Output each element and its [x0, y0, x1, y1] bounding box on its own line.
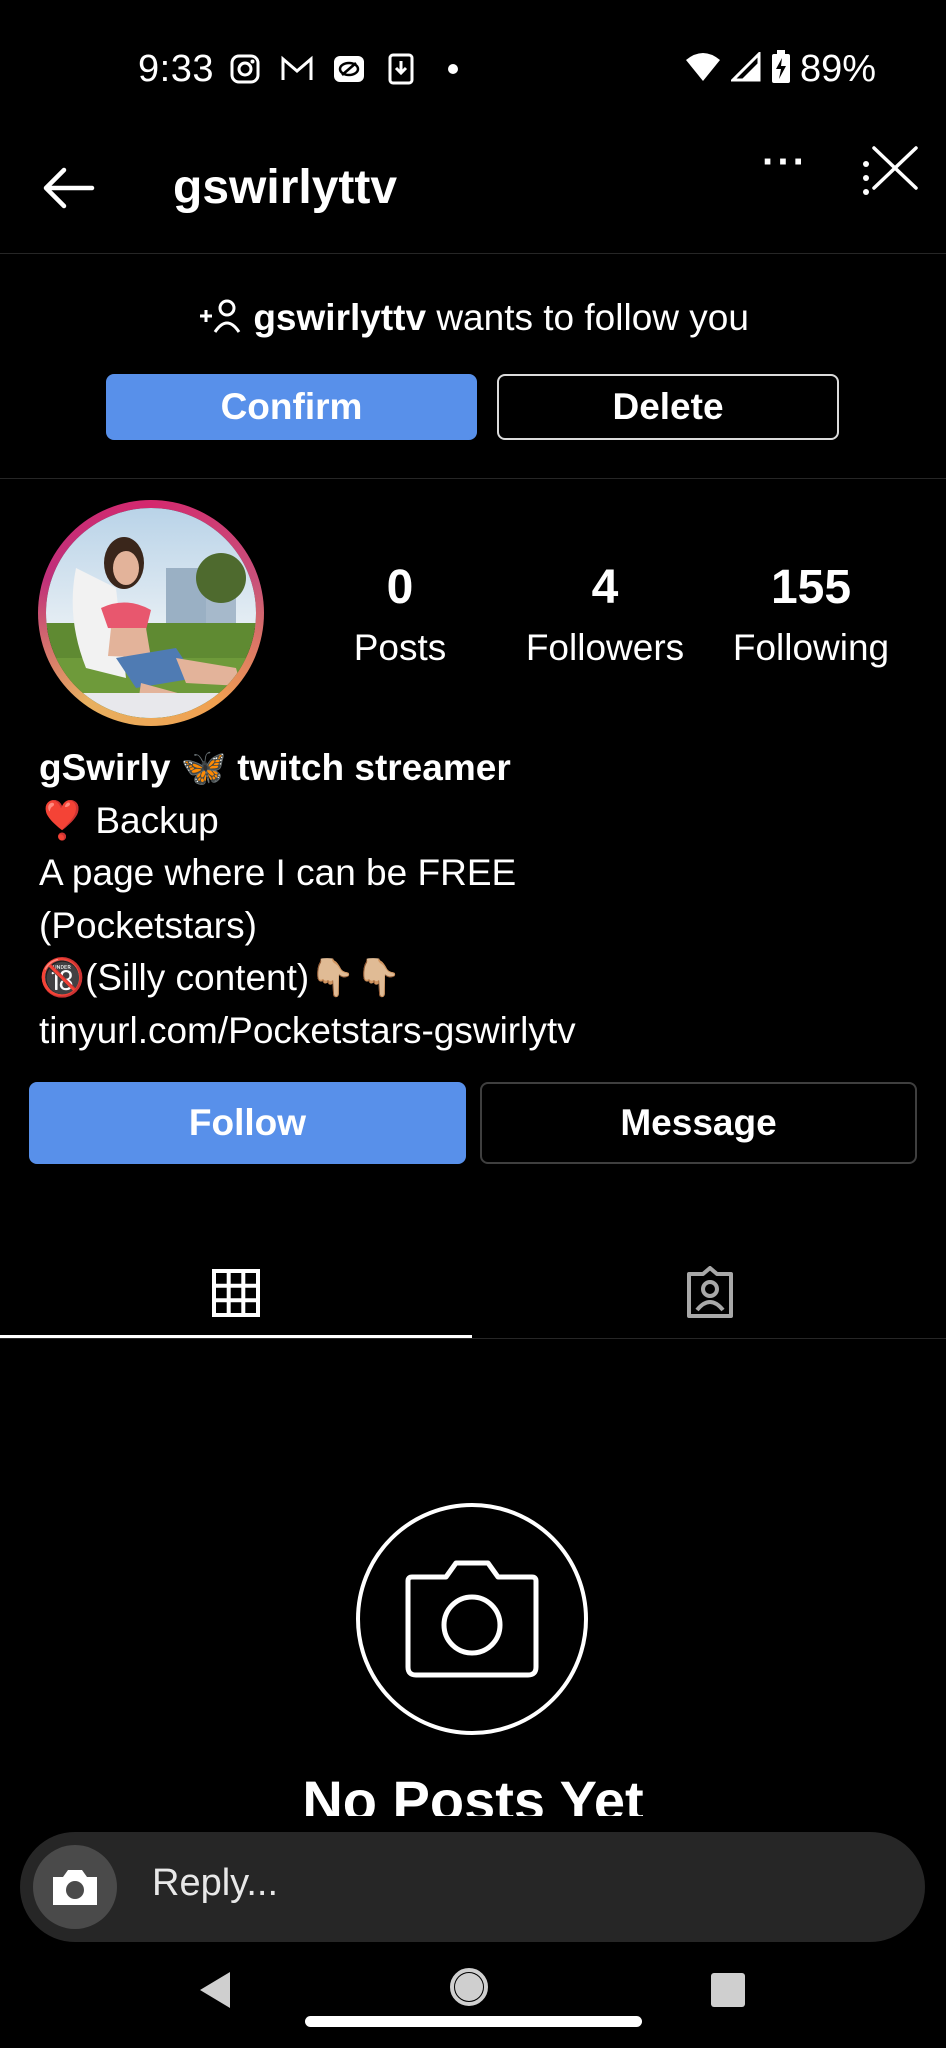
home-circle-icon	[455, 1973, 483, 2001]
tab-posts-grid[interactable]	[0, 1248, 472, 1338]
following-count: 155	[770, 561, 852, 614]
following-stat[interactable]: 155 Following	[720, 560, 902, 669]
follow-button[interactable]: Follow	[29, 1082, 466, 1164]
camera-icon	[405, 1560, 539, 1678]
nav-home-button[interactable]	[450, 1968, 488, 2006]
request-divider	[0, 478, 946, 479]
add-person-icon	[197, 297, 253, 338]
posts-label: Posts	[353, 627, 447, 668]
status-bar: 9:33 89%	[0, 0, 946, 140]
bio-line-content: 🔞(Silly content)👇🏼👇🏼	[39, 957, 402, 998]
reply-camera-button[interactable]	[33, 1845, 117, 1929]
bio-name-line: gSwirly 🦋 twitch streamer	[39, 747, 511, 788]
posts-stat[interactable]: 0 Posts	[330, 560, 470, 669]
message-button[interactable]: Message	[480, 1082, 917, 1164]
triangle-back-icon	[200, 1972, 230, 2008]
followers-label: Followers	[525, 627, 685, 668]
followers-stat[interactable]: 4 Followers	[505, 560, 705, 669]
avatar[interactable]	[46, 508, 256, 718]
tab-tagged[interactable]	[474, 1248, 946, 1338]
page-title: gswirlyttv	[173, 161, 398, 214]
bio-line-pocketstars: (Pocketstars)	[39, 904, 257, 946]
more-options-button[interactable]: ···	[762, 140, 808, 185]
battery-percent: 89%	[799, 48, 876, 90]
tabs-divider	[0, 1338, 946, 1339]
close-icon	[863, 146, 918, 195]
request-text: wants to follow you	[426, 297, 749, 338]
nav-recents-button[interactable]	[711, 1973, 745, 2007]
tagged-person-icon	[687, 1266, 733, 1318]
gmail-icon	[280, 52, 314, 86]
header-divider	[0, 253, 946, 254]
back-arrow-icon	[43, 167, 95, 209]
wifi-icon	[685, 52, 721, 87]
instagram-icon	[228, 52, 262, 86]
bio-line-backup: ❣️ Backup	[39, 799, 219, 841]
download-icon	[384, 52, 418, 86]
delete-button[interactable]: Delete	[497, 374, 839, 440]
system-icons	[685, 50, 791, 89]
posts-count: 0	[386, 561, 414, 614]
close-button[interactable]	[860, 138, 920, 200]
camera-icon	[53, 1870, 97, 1905]
app-icon	[332, 52, 366, 86]
empty-state-title: No Posts Yet	[302, 1769, 644, 1818]
bio-link[interactable]: tinyurl.com/Pocketstars-gswirlytv	[39, 1005, 576, 1058]
confirm-button[interactable]: Confirm	[106, 374, 477, 440]
bio-line-description: A page where I can be FREE	[39, 852, 517, 893]
following-label: Following	[732, 627, 890, 668]
gesture-home-bar[interactable]	[305, 2016, 642, 2027]
back-button[interactable]	[38, 162, 98, 214]
dot-icon	[436, 52, 470, 86]
grid-icon	[212, 1269, 260, 1317]
empty-state-circle	[356, 1503, 588, 1735]
reply-input[interactable]: Reply...	[152, 1862, 278, 1905]
status-time: 9:33	[138, 48, 214, 90]
battery-icon	[771, 50, 791, 89]
follow-request-banner: gswirlyttv wants to follow you	[0, 297, 946, 339]
profile-photo	[46, 508, 256, 718]
nav-back-button[interactable]	[196, 1970, 234, 2015]
notification-icons	[228, 52, 470, 86]
profile-bio: gSwirly 🦋 twitch streamer ❣️ Backup A pa…	[39, 742, 576, 1057]
request-username[interactable]: gswirlyttv	[253, 297, 426, 338]
signal-icon	[729, 50, 761, 87]
followers-count: 4	[591, 561, 619, 614]
